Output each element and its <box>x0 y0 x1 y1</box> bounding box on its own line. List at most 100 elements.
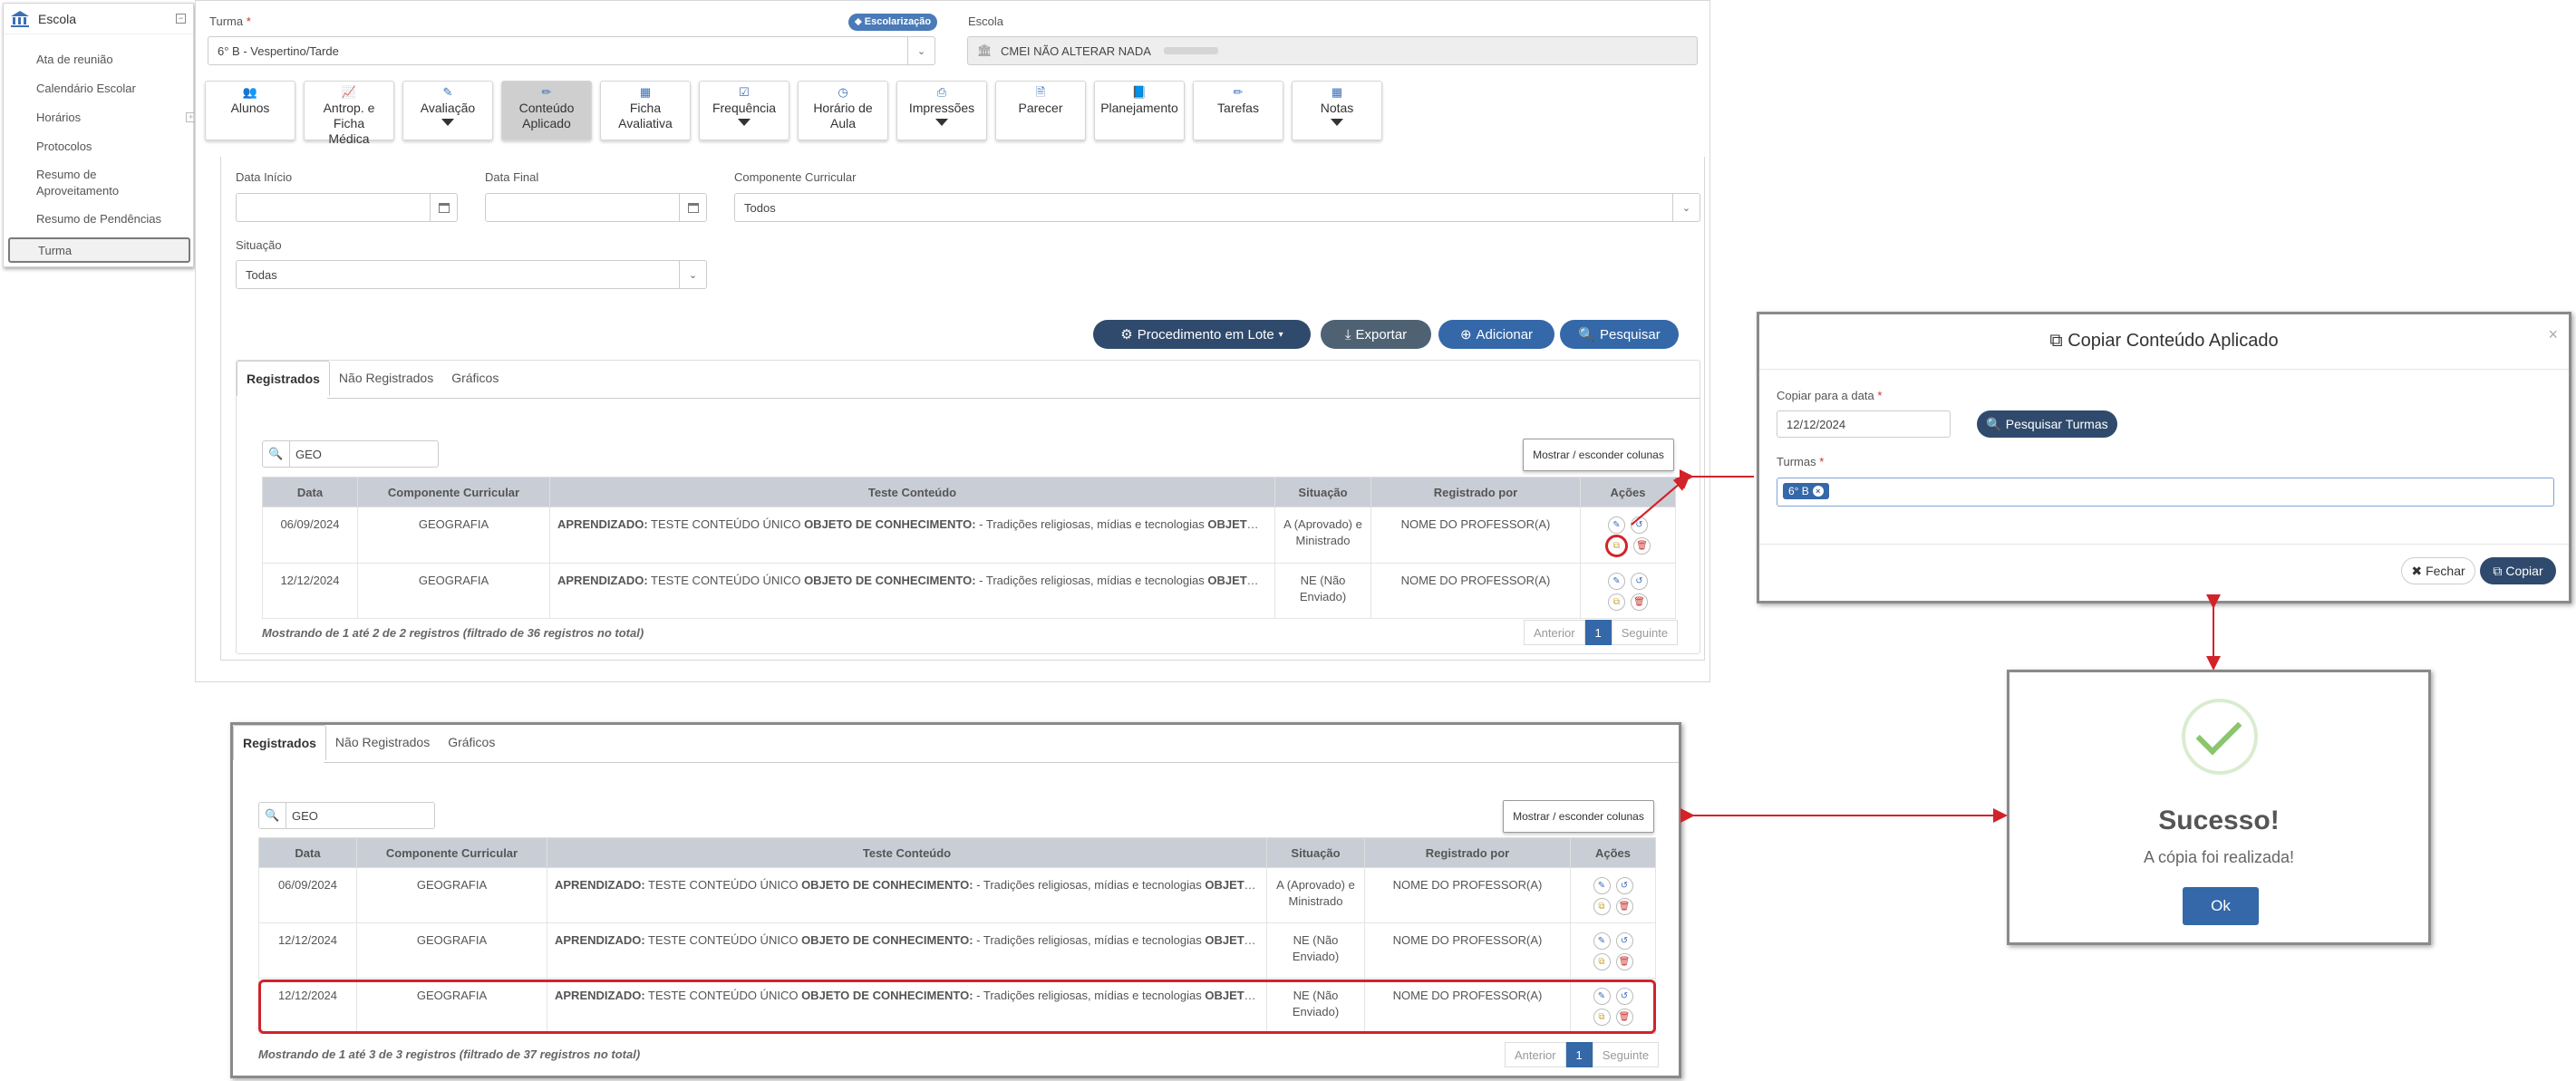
tile-notas[interactable]: ▦ Notas <box>1292 81 1382 140</box>
col-header-situacao[interactable]: Situação <box>1266 837 1365 868</box>
col-header-componente[interactable]: Componente Curricular <box>356 837 547 868</box>
edit-icon[interactable]: ✎ <box>1608 516 1625 534</box>
tab-nao-registrados[interactable]: Não Registrados <box>326 725 439 760</box>
exportar-button[interactable]: ⤓ Exportar <box>1321 320 1431 349</box>
copy-icon[interactable]: ⧉ <box>1593 953 1611 970</box>
tab-registrados[interactable]: Registrados <box>233 725 326 760</box>
tile-parecer[interactable]: 🗎 Parecer <box>995 81 1086 140</box>
next-page-button[interactable]: Seguinte <box>1611 620 1679 645</box>
trash-icon[interactable]: 🗑 <box>1631 594 1648 611</box>
col-header-conteudo[interactable]: Teste Conteúdo <box>549 477 1275 507</box>
cogs-icon: ⚙ <box>1120 327 1133 343</box>
sidebar-item-ata[interactable]: Ata de reunião <box>36 53 113 66</box>
col-header-situacao[interactable]: Situação <box>1274 477 1371 507</box>
edit-icon[interactable]: ✎ <box>1593 932 1611 950</box>
module-tiles: 👥 Alunos 📈 Antrop. e Ficha Médica ✎ Avaliaç… <box>205 81 1382 146</box>
copy-date-input[interactable]: 12/12/2024 <box>1777 410 1951 438</box>
sidebar-header[interactable]: Escola − <box>4 4 193 34</box>
tile-planejamento[interactable]: 📘 Planejamento <box>1094 81 1185 140</box>
tile-horario-aula[interactable]: ◷ Horário de Aula <box>798 81 888 140</box>
sidebar-item-turma[interactable]: Turma <box>8 237 190 263</box>
col-header-componente[interactable]: Componente Curricular <box>357 477 550 507</box>
history-icon[interactable]: ↺ <box>1615 877 1633 894</box>
collapse-icon[interactable]: − <box>176 14 186 24</box>
sidebar-item-protocolos[interactable]: Protocolos <box>36 140 92 153</box>
next-page-button[interactable]: Seguinte <box>1592 1042 1660 1067</box>
tile-ficha-avaliativa[interactable]: ▦ Ficha Avaliativa <box>600 81 691 140</box>
copiar-button[interactable]: ⧉ Copiar <box>2480 557 2556 584</box>
col-header-conteudo[interactable]: Teste Conteúdo <box>547 837 1267 868</box>
page-1-button[interactable]: 1 <box>1584 620 1612 645</box>
page-1-button[interactable]: 1 <box>1565 1042 1593 1067</box>
main-panel: Turma * ⬥ Escolarização 6° B - Vespertin… <box>195 0 1710 682</box>
content-cell: APRENDIZADO: TESTE CONTEÚDO ÚNICO OBJETO… <box>547 922 1267 979</box>
escola-label: Escola <box>968 14 1004 28</box>
calendar-icon[interactable] <box>430 194 457 221</box>
sidebar-item-horarios[interactable]: Horários + <box>36 111 197 124</box>
turma-select[interactable]: 6° B - Vespertino/Tarde ⌄ <box>208 36 935 65</box>
tile-conteudo-aplicado[interactable]: ✏ Conteúdo Aplicado <box>501 81 592 140</box>
close-icon[interactable]: × <box>2548 325 2558 344</box>
tab-graficos[interactable]: Gráficos <box>442 361 508 396</box>
trash-icon[interactable]: 🗑 <box>1615 898 1633 915</box>
tab-nao-registrados[interactable]: Não Registrados <box>330 361 442 396</box>
tile-avaliacao[interactable]: ✎ Avaliação <box>402 81 493 140</box>
history-icon[interactable]: ↺ <box>1631 516 1648 534</box>
pencil-icon: ✏ <box>541 85 552 99</box>
pesquisar-turmas-button[interactable]: 🔍 Pesquisar Turmas <box>1977 410 2117 438</box>
col-header-data[interactable]: Data <box>258 837 357 868</box>
remove-icon[interactable]: × <box>1812 486 1824 497</box>
data-final-input[interactable] <box>485 193 707 222</box>
col-header-data[interactable]: Data <box>262 477 358 507</box>
copy-icon[interactable]: ⧉ <box>1608 594 1625 611</box>
showing-info: Mostrando de 1 até 3 de 3 registros (fil… <box>258 1047 641 1061</box>
check-icon: ☑ <box>739 85 750 99</box>
prev-page-button[interactable]: Anterior <box>1524 620 1585 645</box>
trash-icon[interactable]: 🗑 <box>1615 953 1633 970</box>
prev-page-button[interactable]: Anterior <box>1505 1042 1566 1067</box>
copy-icon: ⧉ <box>2049 331 2063 351</box>
table-search-input[interactable]: 🔍 GEO <box>262 440 439 468</box>
turmas-multiselect[interactable]: 6° B × <box>1777 478 2554 507</box>
sidebar-item-calendario[interactable]: Calendário Escolar <box>36 82 136 95</box>
data-final-label: Data Final <box>485 170 539 184</box>
tile-impressoes[interactable]: ⎙ Impressões <box>896 81 987 140</box>
componente-select[interactable]: Todos ⌄ <box>734 193 1700 222</box>
fechar-button[interactable]: ✖ Fechar <box>2401 557 2475 584</box>
tile-antrop[interactable]: 📈 Antrop. e Ficha Médica <box>304 81 394 146</box>
dropdown-icon <box>935 119 948 126</box>
sidebar-item-resumo-aproveitamento[interactable]: Resumo de Aproveitamento <box>36 167 145 199</box>
tab-graficos[interactable]: Gráficos <box>439 725 504 760</box>
history-icon[interactable]: ↺ <box>1631 573 1648 590</box>
pesquisar-button[interactable]: 🔍 Pesquisar <box>1560 320 1679 349</box>
table-search-input[interactable]: 🔍 GEO <box>258 802 435 829</box>
tab-registrados[interactable]: Registrados <box>237 361 330 396</box>
col-header-registrado[interactable]: Registrado por <box>1370 477 1581 507</box>
sidebar-item-resumo-pendencias[interactable]: Resumo de Pendências <box>36 212 161 226</box>
calendar-icon[interactable] <box>679 194 706 221</box>
trash-icon[interactable]: 🗑 <box>1633 537 1651 555</box>
toggle-columns-button[interactable]: Mostrar / esconder colunas <box>1503 800 1654 833</box>
tile-tarefas[interactable]: ✏ Tarefas <box>1193 81 1283 140</box>
history-icon[interactable]: ↺ <box>1615 932 1633 950</box>
close-icon: ✖ <box>2411 563 2423 578</box>
tile-frequencia[interactable]: ☑ Frequência <box>699 81 789 140</box>
edit-icon[interactable]: ✎ <box>1593 877 1611 894</box>
success-title: Sucesso! <box>2158 806 2280 835</box>
copy-icon[interactable]: ⧉ <box>1605 535 1628 557</box>
copy-icon[interactable]: ⧉ <box>1593 898 1611 915</box>
edit-icon[interactable]: ✎ <box>1608 573 1625 590</box>
tile-alunos[interactable]: 👥 Alunos <box>205 81 295 140</box>
procedimento-lote-button[interactable]: ⚙ Procedimento em Lote ▾ <box>1093 320 1311 349</box>
caret-down-icon: ▾ <box>1278 329 1283 340</box>
componente-label: Componente Curricular <box>734 170 857 184</box>
toggle-columns-button[interactable]: Mostrar / esconder colunas <box>1523 439 1674 471</box>
results-after-copy-panel: Registrados Não Registrados Gráficos 🔍 G… <box>230 722 1681 1078</box>
col-header-registrado[interactable]: Registrado por <box>1364 837 1571 868</box>
situacao-select[interactable]: Todas ⌄ <box>236 260 707 289</box>
turma-chip[interactable]: 6° B × <box>1783 483 1829 499</box>
ok-button[interactable]: Ok <box>2183 887 2259 925</box>
adicionar-button[interactable]: ⊕ Adicionar <box>1438 320 1554 349</box>
pagination: Anterior 1 Seguinte <box>1505 1042 1660 1067</box>
data-inicio-input[interactable] <box>236 193 458 222</box>
